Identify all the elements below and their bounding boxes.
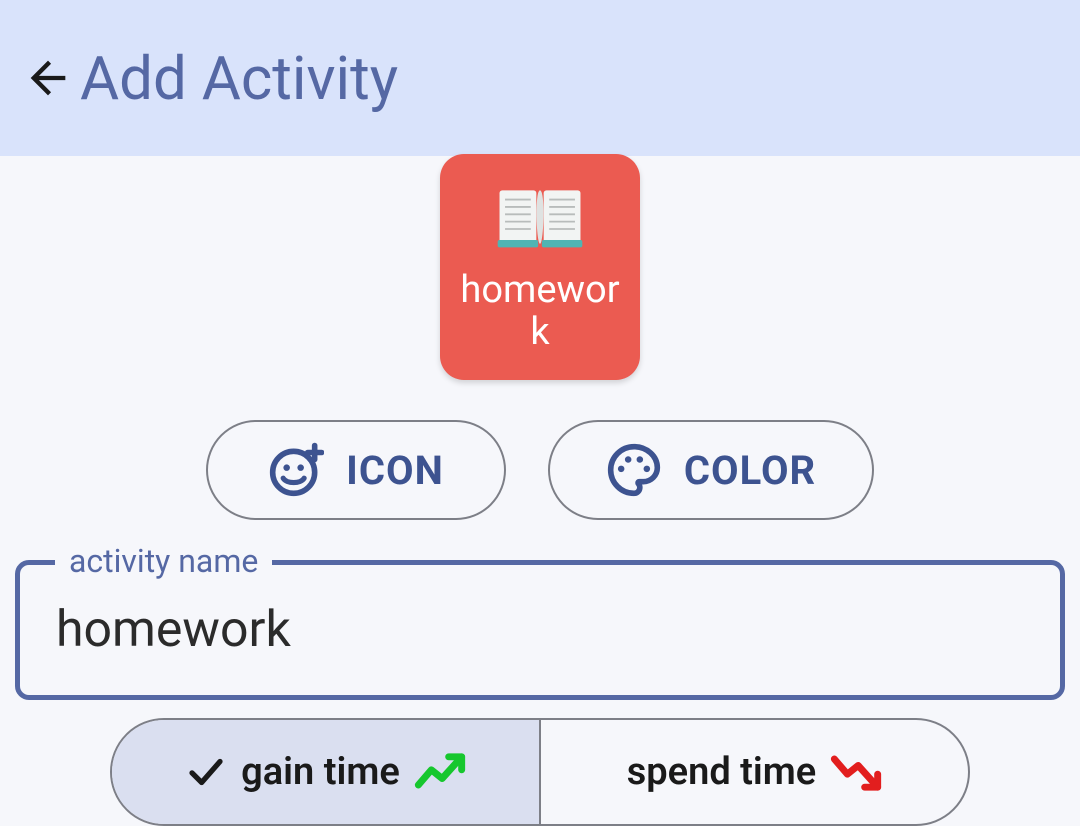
page-title: Add Activity	[80, 43, 398, 114]
palette-icon	[606, 442, 662, 498]
back-button[interactable]	[20, 50, 76, 106]
header-bar: Add Activity	[0, 0, 1080, 156]
color-button-label: COLOR	[684, 447, 816, 494]
check-icon	[185, 751, 227, 793]
trend-up-icon	[414, 746, 466, 798]
smiley-plus-icon	[268, 442, 324, 498]
activity-preview-card: homework	[440, 154, 640, 380]
activity-name-field-wrap: activity name	[15, 560, 1065, 700]
icon-button-label: ICON	[346, 447, 444, 494]
pill-row: ICON COLOR	[206, 420, 874, 520]
icon-picker-button[interactable]: ICON	[206, 420, 506, 520]
segment-spend-label: spend time	[627, 750, 817, 794]
color-picker-button[interactable]: COLOR	[548, 420, 874, 520]
arrow-left-icon	[22, 52, 74, 104]
segment-gain-label: gain time	[241, 750, 400, 794]
segment-gain-time[interactable]: gain time	[112, 720, 539, 824]
open-book-icon	[494, 174, 586, 266]
activity-name-input[interactable]	[15, 560, 1065, 700]
content-area: homework ICON COL	[0, 156, 1080, 826]
trend-down-icon	[830, 746, 882, 798]
time-type-segmented: gain time spend time	[110, 718, 970, 826]
activity-preview-label: homework	[448, 270, 632, 354]
segment-spend-time[interactable]: spend time	[539, 720, 968, 824]
activity-name-label: activity name	[55, 542, 272, 580]
